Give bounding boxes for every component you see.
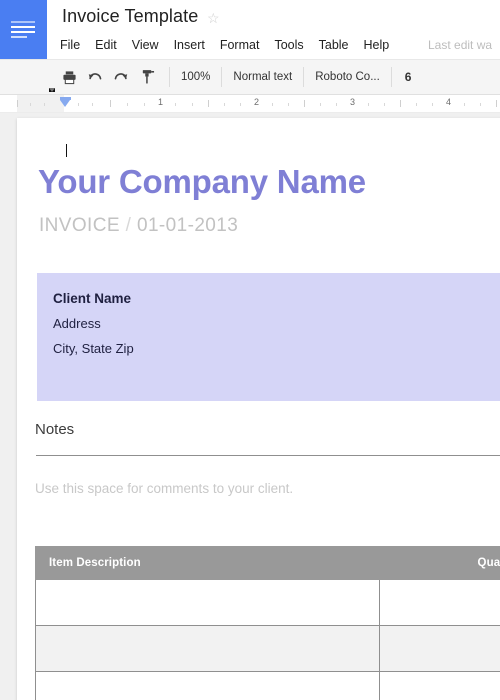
ruler-tick (432, 103, 433, 106)
ruler-tick (78, 103, 79, 106)
menu-item-insert[interactable]: Insert (174, 36, 214, 55)
ruler-tick (320, 103, 321, 106)
toolbar: 100% Normal text Roboto Co... 6 (0, 59, 500, 95)
print-icon (62, 70, 76, 84)
client-address: Address (53, 316, 101, 331)
cell-description[interactable] (35, 580, 380, 626)
cell-description[interactable] (35, 626, 380, 672)
column-header-item-description: Item Description (49, 557, 141, 569)
ruler-tick (175, 103, 176, 106)
last-edit-status[interactable]: Last edit wa (428, 38, 500, 52)
notes-divider (36, 455, 500, 456)
ruler-tick (30, 103, 31, 106)
docs-home-logo-button[interactable] (0, 0, 47, 59)
ruler-number: 4 (446, 97, 452, 107)
docs-lines-icon (10, 19, 37, 41)
document-canvas[interactable]: Your Company Name INVOICE / 01-01-2013 C… (0, 113, 500, 700)
cell-quantity[interactable] (380, 672, 500, 700)
cell-quantity[interactable] (380, 626, 500, 672)
invoice-items-table[interactable]: Item Description Quantity (35, 546, 500, 700)
paint-format-button[interactable] (134, 63, 160, 91)
ruler-tick (208, 100, 209, 107)
ruler-tick (288, 103, 289, 106)
client-info-block[interactable]: Client Name Address City, State Zip (37, 273, 500, 401)
toolbar-divider-4 (390, 67, 392, 87)
top-bar: Invoice Template ☆ File Edit View Insert… (0, 0, 500, 59)
ruler-tick (464, 103, 465, 106)
ruler-tick (127, 103, 128, 106)
menu-item-format[interactable]: Format (220, 36, 269, 55)
horizontal-ruler[interactable]: 1 2 3 4 (0, 95, 500, 113)
invoice-date: 01-01-2013 (137, 215, 239, 236)
menu-item-view[interactable]: View (132, 36, 168, 55)
font-size-input[interactable]: 6 (401, 63, 416, 91)
table-row[interactable] (35, 672, 500, 700)
ruler-margin-area (17, 95, 64, 112)
toolbar-divider-2 (221, 67, 223, 87)
toolbar-divider-1 (169, 67, 170, 87)
ruler-tick (272, 103, 273, 106)
ruler-tick (144, 103, 145, 106)
redo-icon (114, 72, 128, 79)
client-name: Client Name (53, 291, 132, 306)
invoice-label: INVOICE (39, 215, 120, 236)
chevron-down-icon (49, 88, 55, 92)
zoom-value: 100% (181, 71, 211, 83)
invoice-subtitle[interactable]: INVOICE / 01-01-2013 (39, 216, 238, 235)
ruler-number: 2 (254, 97, 260, 107)
menu-item-edit[interactable]: Edit (95, 36, 126, 55)
invoice-separator: / (125, 215, 132, 236)
ruler-tick (192, 103, 193, 106)
table-row[interactable] (35, 580, 500, 626)
toolbar-divider-3 (303, 67, 305, 87)
google-docs-window: Invoice Template ☆ File Edit View Insert… (0, 0, 500, 700)
paragraph-style-value: Normal text (233, 71, 293, 83)
star-icon[interactable]: ☆ (207, 11, 220, 25)
font-family-value: Roboto Co... (315, 71, 380, 83)
redo-button[interactable] (108, 63, 134, 91)
column-header-quantity: Quantity (477, 557, 500, 569)
menu-item-table[interactable]: Table (319, 36, 358, 55)
ruler-tick (304, 100, 305, 107)
undo-button[interactable] (82, 63, 108, 91)
notes-heading[interactable]: Notes (35, 421, 74, 438)
ruler-tick (368, 103, 369, 106)
document-title[interactable]: Invoice Template (62, 6, 198, 27)
document-page[interactable]: Your Company Name INVOICE / 01-01-2013 C… (17, 118, 500, 700)
left-indent-marker[interactable] (60, 96, 71, 107)
notes-placeholder-text[interactable]: Use this space for comments to your clie… (35, 481, 293, 496)
ruler-number: 3 (350, 97, 356, 107)
ruler-tick (384, 103, 385, 106)
menu-item-file[interactable]: File (60, 36, 89, 55)
ruler-tick (240, 103, 241, 106)
ruler-tick (480, 103, 481, 106)
undo-icon (88, 72, 102, 79)
ruler-number: 1 (158, 97, 164, 107)
menu-item-tools[interactable]: Tools (274, 36, 312, 55)
print-button[interactable] (56, 63, 82, 91)
table-header-row: Item Description Quantity (35, 546, 500, 580)
font-family-dropdown[interactable]: Roboto Co... (49, 63, 382, 92)
ruler-tick (44, 103, 45, 106)
toolbar-left-spacer (0, 77, 56, 78)
ruler-tick (110, 100, 111, 107)
ruler-tick (92, 103, 93, 106)
menu-item-help[interactable]: Help (364, 36, 399, 55)
ruler-tick (224, 103, 225, 106)
ruler-tick (336, 103, 337, 106)
client-city-state-zip: City, State Zip (53, 341, 134, 356)
table-row[interactable] (35, 626, 500, 672)
paint-format-icon (142, 70, 154, 84)
ruler-tick (496, 100, 497, 107)
menu-bar: File Edit View Insert Format Tools Table… (60, 36, 404, 55)
paragraph-style-dropdown[interactable]: Normal text (49, 63, 294, 92)
ruler-tick (416, 103, 417, 106)
zoom-dropdown[interactable]: 100% (49, 63, 212, 92)
company-name-heading[interactable]: Your Company Name (38, 165, 366, 198)
cell-description[interactable] (35, 672, 380, 700)
ruler-tick (400, 100, 401, 107)
ruler-tick (17, 100, 18, 107)
cell-quantity[interactable] (380, 580, 500, 626)
text-caret (66, 144, 68, 157)
